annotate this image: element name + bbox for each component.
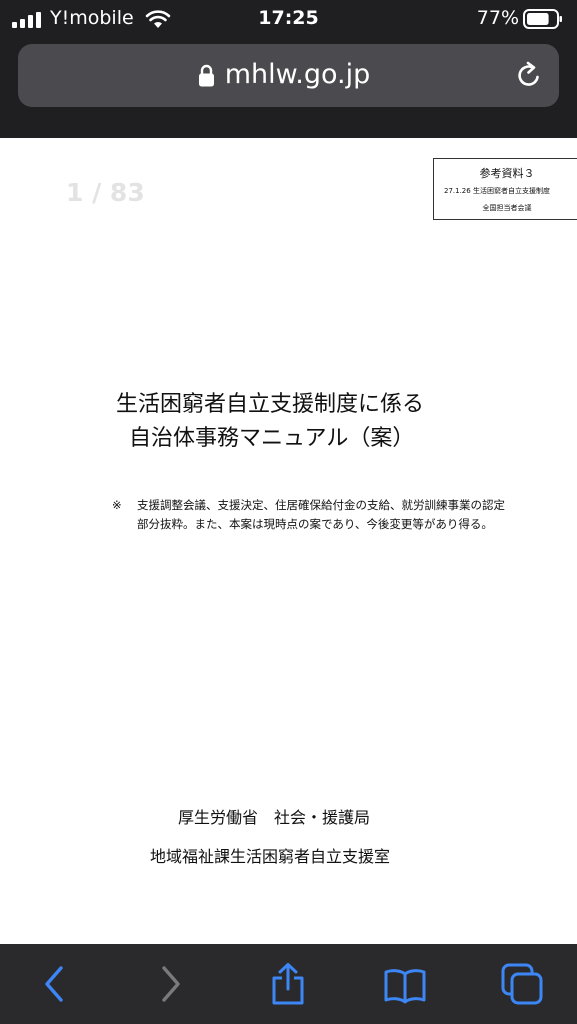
page-counter: 1 / 83 <box>66 178 145 207</box>
title-line-1: 生活困窮者自立支援制度に係る <box>116 392 425 417</box>
back-button[interactable] <box>33 962 77 1006</box>
browser-toolbar <box>0 944 577 1024</box>
ministry-name: 厚生労働省 社会・援護局 <box>178 808 371 827</box>
battery-fill <box>527 13 549 25</box>
title-line-2: 自治体事務マニュアル（案） <box>129 426 415 451</box>
url-text[interactable]: mhlw.go.jp <box>18 59 559 90</box>
note-line-1: 支援調整会議、支援決定、住居確保給付金の支給、就労訓練事業の認定 <box>137 498 505 512</box>
battery-icon <box>523 9 562 29</box>
share-icon[interactable] <box>266 962 310 1006</box>
bookmarks-icon[interactable] <box>383 962 427 1006</box>
status-bar: Y!mobile 17:25 77% <box>0 0 577 38</box>
tabs-button[interactable] <box>500 962 544 1006</box>
reference-box: 参考資料３ 27.1.26 生活困窮者自立支援制度 全国担当者会議 <box>433 158 577 220</box>
pdf-page: 1 / 83 参考資料３ 27.1.26 生活困窮者自立支援制度 全国担当者会議… <box>0 138 577 944</box>
bookmarks-button[interactable] <box>383 962 427 1006</box>
forward-icon[interactable] <box>148 962 192 1006</box>
reference-title: 参考資料３ <box>479 167 535 180</box>
note-mark: ※ <box>112 498 122 512</box>
share-button[interactable] <box>266 962 310 1006</box>
tabs-icon[interactable] <box>500 962 544 1006</box>
forward-button[interactable] <box>148 962 192 1006</box>
battery-percentage: 77% <box>476 7 519 29</box>
reference-event: 27.1.26 生活困窮者自立支援制度 <box>444 187 550 195</box>
note-line-2: 部分抜粋。また、本案は現時点の案であり、今後変更等があり得る。 <box>137 517 493 531</box>
reload-icon[interactable] <box>514 60 544 90</box>
office-name: 地域福祉課生活困窮者自立支援室 <box>150 847 391 866</box>
reference-meeting: 全国担当者会議 <box>482 204 532 212</box>
document-title: 生活困窮者自立支援制度に係る 自治体事務マニュアル（案） <box>116 388 516 456</box>
back-icon[interactable] <box>33 962 77 1006</box>
address-bar[interactable]: mhlw.go.jp <box>18 44 559 107</box>
browser-chrome: Y!mobile 17:25 77% mhlw.go.jp <box>0 0 577 138</box>
